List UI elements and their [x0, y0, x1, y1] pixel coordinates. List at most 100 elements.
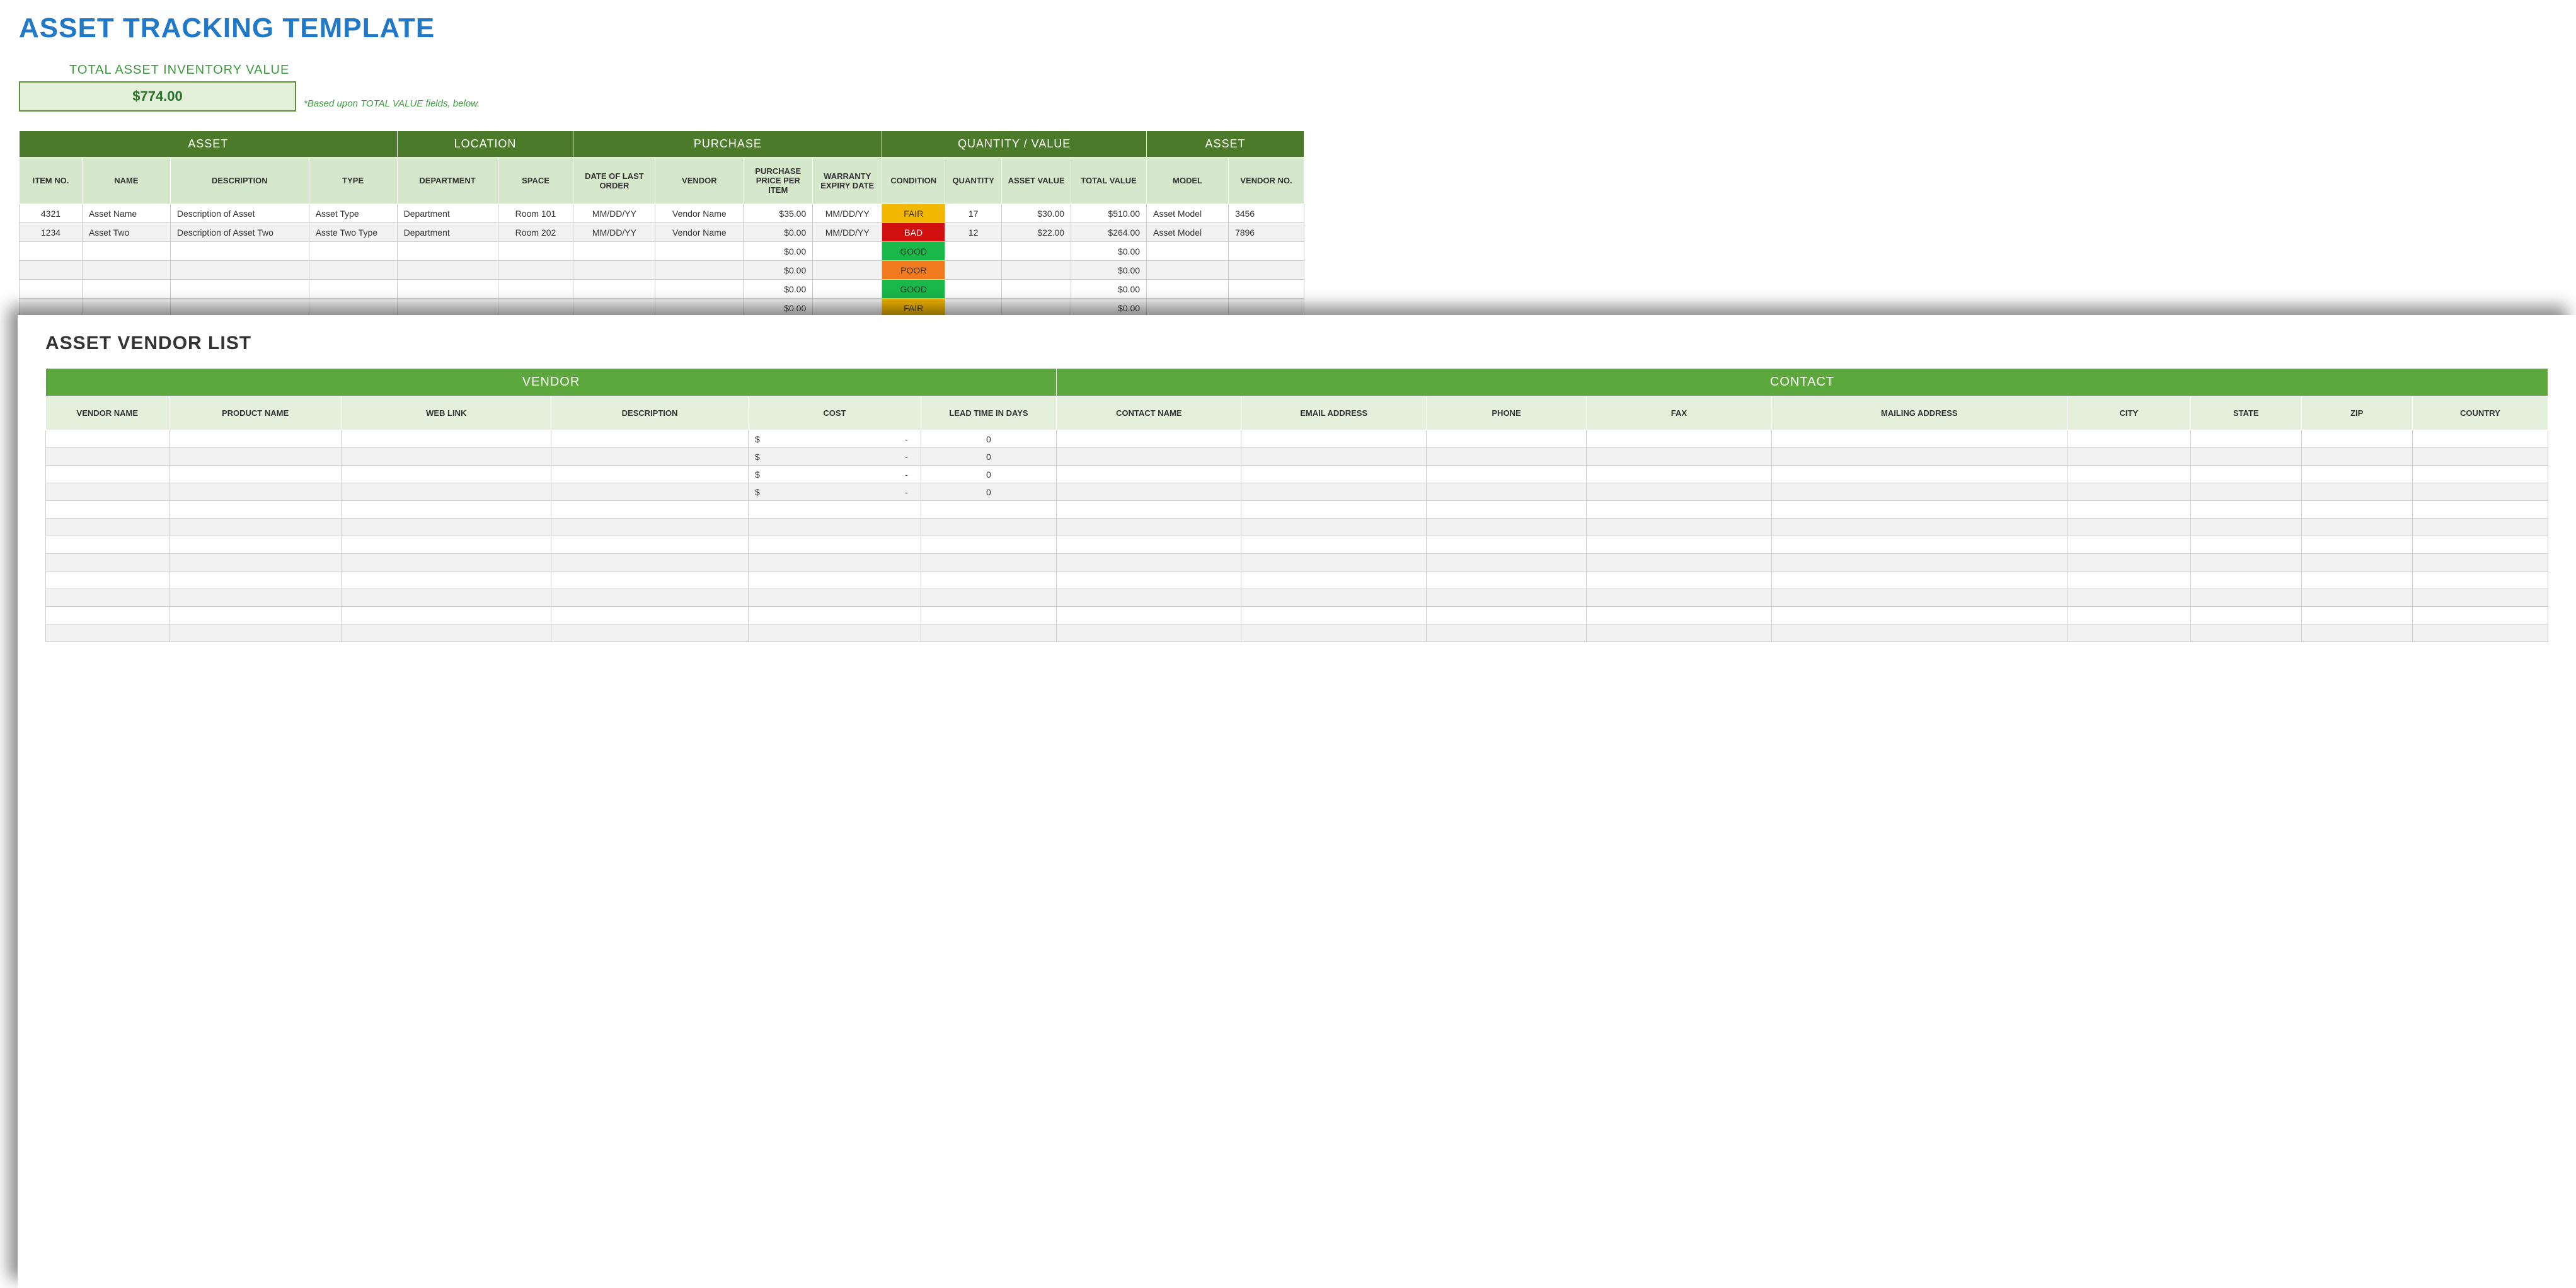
vendor-cell[interactable]: [1771, 607, 2067, 624]
vendor-cell[interactable]: [748, 589, 921, 607]
vendor-cell[interactable]: [2412, 483, 2548, 501]
vendor-cell[interactable]: [551, 430, 749, 448]
vendor-row[interactable]: [46, 519, 2548, 536]
vendor-cell[interactable]: [1587, 624, 1771, 642]
vendor-cell[interactable]: [2190, 607, 2301, 624]
asset-cell[interactable]: [397, 280, 498, 299]
vendor-row[interactable]: $-0: [46, 448, 2548, 466]
vendor-cell[interactable]: [1587, 483, 1771, 501]
vendor-cell[interactable]: [1057, 448, 1241, 466]
vendor-cell[interactable]: [1426, 448, 1586, 466]
vendor-cell[interactable]: [2412, 430, 2548, 448]
asset-cell[interactable]: [1228, 242, 1304, 261]
vendor-cell[interactable]: [1057, 607, 1241, 624]
vendor-cell[interactable]: [2067, 466, 2191, 483]
vendor-cell[interactable]: [342, 519, 551, 536]
vendor-cell[interactable]: 0: [921, 466, 1056, 483]
vendor-cell[interactable]: [2190, 466, 2301, 483]
asset-cell[interactable]: 3456: [1228, 204, 1304, 223]
vendor-cell[interactable]: [921, 572, 1056, 589]
vendor-cell[interactable]: [1587, 501, 1771, 519]
asset-cell[interactable]: [82, 261, 170, 280]
asset-cell[interactable]: [397, 242, 498, 261]
vendor-cell[interactable]: [1241, 501, 1426, 519]
asset-cell[interactable]: $22.00: [1002, 223, 1071, 242]
vendor-cell[interactable]: [169, 572, 342, 589]
asset-cell[interactable]: 17: [945, 204, 1002, 223]
vendor-cell[interactable]: [551, 448, 749, 466]
vendor-cell[interactable]: [169, 466, 342, 483]
vendor-cell[interactable]: [1241, 448, 1426, 466]
vendor-cell[interactable]: [2067, 607, 2191, 624]
vendor-cell[interactable]: [2190, 483, 2301, 501]
vendor-cell[interactable]: [551, 607, 749, 624]
vendor-cell[interactable]: [1057, 589, 1241, 607]
vendor-cell[interactable]: [2190, 572, 2301, 589]
vendor-cell[interactable]: [1426, 589, 1586, 607]
vendor-cell[interactable]: [1057, 554, 1241, 572]
vendor-cell[interactable]: [921, 519, 1056, 536]
vendor-cell[interactable]: [551, 483, 749, 501]
vendor-row[interactable]: [46, 572, 2548, 589]
vendor-cell[interactable]: [169, 501, 342, 519]
asset-cell[interactable]: MM/DD/YY: [573, 223, 655, 242]
vendor-cell[interactable]: [2067, 430, 2191, 448]
asset-cell[interactable]: [82, 280, 170, 299]
asset-cell[interactable]: [498, 299, 573, 318]
vendor-cell[interactable]: [1241, 483, 1426, 501]
vendor-cell[interactable]: [342, 554, 551, 572]
vendor-cell[interactable]: [2067, 554, 2191, 572]
asset-cell[interactable]: [573, 280, 655, 299]
vendor-cell[interactable]: [1426, 572, 1586, 589]
vendor-cell[interactable]: [1057, 519, 1241, 536]
vendor-cell[interactable]: [2301, 448, 2412, 466]
vendor-cell[interactable]: [1241, 589, 1426, 607]
asset-cell[interactable]: $30.00: [1002, 204, 1071, 223]
asset-cell[interactable]: [82, 242, 170, 261]
asset-cell[interactable]: 1234: [20, 223, 83, 242]
asset-cell[interactable]: [170, 280, 309, 299]
vendor-cell[interactable]: [921, 501, 1056, 519]
asset-cell[interactable]: FAIR: [882, 299, 945, 318]
asset-cell[interactable]: $0.00: [744, 242, 813, 261]
asset-cell[interactable]: [170, 261, 309, 280]
vendor-cell[interactable]: [551, 501, 749, 519]
asset-cell[interactable]: $35.00: [744, 204, 813, 223]
vendor-cell[interactable]: [169, 607, 342, 624]
vendor-cell[interactable]: [551, 519, 749, 536]
vendor-cell[interactable]: [2067, 589, 2191, 607]
vendor-cell[interactable]: [46, 624, 170, 642]
vendor-cell[interactable]: [921, 607, 1056, 624]
vendor-cell[interactable]: [1241, 466, 1426, 483]
vendor-cell[interactable]: [342, 589, 551, 607]
vendor-cell[interactable]: [2301, 607, 2412, 624]
vendor-cell[interactable]: $-: [748, 466, 921, 483]
asset-cell[interactable]: 4321: [20, 204, 83, 223]
vendor-cell[interactable]: [169, 430, 342, 448]
vendor-cell[interactable]: [551, 554, 749, 572]
asset-cell[interactable]: [1228, 280, 1304, 299]
vendor-cell[interactable]: [169, 448, 342, 466]
vendor-cell[interactable]: [1587, 589, 1771, 607]
vendor-cell[interactable]: [1426, 624, 1586, 642]
vendor-cell[interactable]: [2190, 430, 2301, 448]
vendor-row[interactable]: [46, 554, 2548, 572]
vendor-cell[interactable]: [1426, 466, 1586, 483]
vendor-cell[interactable]: [1241, 519, 1426, 536]
vendor-cell[interactable]: [2067, 501, 2191, 519]
vendor-cell[interactable]: [2301, 536, 2412, 554]
vendor-cell[interactable]: [169, 554, 342, 572]
asset-cell[interactable]: 12: [945, 223, 1002, 242]
vendor-cell[interactable]: [921, 624, 1056, 642]
asset-cell[interactable]: [1228, 299, 1304, 318]
asset-cell[interactable]: $264.00: [1071, 223, 1147, 242]
vendor-cell[interactable]: [46, 501, 170, 519]
asset-cell[interactable]: GOOD: [882, 242, 945, 261]
asset-cell[interactable]: FAIR: [882, 204, 945, 223]
vendor-cell[interactable]: 0: [921, 430, 1056, 448]
asset-cell[interactable]: $0.00: [744, 280, 813, 299]
asset-cell[interactable]: POOR: [882, 261, 945, 280]
asset-cell[interactable]: [655, 280, 744, 299]
asset-cell[interactable]: Asset Type: [309, 204, 397, 223]
vendor-cell[interactable]: [46, 536, 170, 554]
